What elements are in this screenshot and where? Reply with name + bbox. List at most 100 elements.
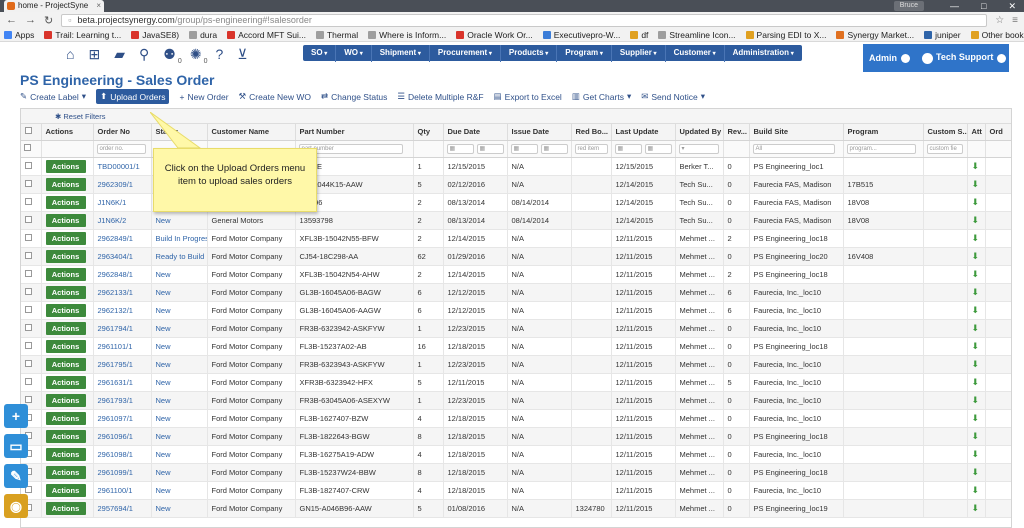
row-actions-button[interactable]: Actions [45,357,86,371]
download-icon[interactable]: ⬇ [972,485,980,495]
download-icon[interactable]: ⬇ [972,341,980,351]
folder-icon[interactable]: ▰ [114,46,125,63]
row-actions-button[interactable]: Actions [45,177,86,191]
download-icon[interactable]: ⬇ [972,215,980,225]
minimize-icon[interactable]: — [950,0,959,12]
row-actions-button[interactable]: Actions [45,213,86,227]
reload-icon[interactable]: ↻ [44,14,53,27]
download-icon[interactable]: ⬇ [972,449,980,459]
order-no-link[interactable]: 2962132/1 [98,306,133,315]
order-no-link[interactable]: 2957694/1 [98,504,133,513]
ops-icon[interactable]: ⚲ [139,46,149,63]
download-icon[interactable]: ⬇ [972,287,980,297]
filter-update-from[interactable]: ▦ [614,143,642,154]
bookmark-item[interactable]: dura [189,30,217,40]
column-header[interactable]: Ord [985,124,1011,141]
create-label-button[interactable]: ✎ Create Label ▾ [20,91,86,102]
browser-user-badge[interactable]: Bruce [893,1,924,11]
delete-multiple-r-f-button[interactable]: ☰ Delete Multiple R&F [397,91,483,102]
back-icon[interactable]: ← [6,14,17,26]
row-actions-button[interactable]: Actions [45,321,86,335]
bookmark-item[interactable]: JavaSE8) [131,30,179,40]
row-actions-button[interactable]: Actions [45,303,86,317]
column-header[interactable]: Last Update [611,124,676,141]
table-row[interactable]: Actions J1N6K/2 New General Motors 13593798 2… [21,211,1011,230]
order-no-link[interactable]: J1N6K/2 [98,216,127,225]
table-row[interactable]: Actions 2962849/1 Build In Progres Ford Mot… [21,229,1011,248]
send-notice-button[interactable]: ✉ Send Notice ▾ [641,91,705,102]
table-row[interactable]: Actions 2961793/1 New Ford Motor Company FR3… [21,391,1011,410]
select-all-checkbox[interactable] [24,144,31,151]
url-input[interactable]: ▫ beta.projectsynergy.com/group/ps-engin… [61,13,988,27]
table-row[interactable]: Actions 2961098/1 New Ford Motor Company FL3… [21,445,1011,464]
row-actions-button[interactable]: Actions [45,411,86,425]
download-icon[interactable]: ⬇ [972,431,980,441]
row-actions-button[interactable]: Actions [45,447,86,461]
tab-close-icon[interactable]: × [96,0,101,12]
export-to-excel-button[interactable]: ▤ Export to Excel [494,91,562,102]
users-icon[interactable]: ⚉ 0 [163,46,182,65]
home-icon[interactable]: ⌂ [66,46,74,62]
download-icon[interactable]: ⬇ [972,323,980,333]
bookmark-item[interactable]: df [630,30,648,40]
order-no-link[interactable]: 2961096/1 [98,432,133,441]
reset-filters-link[interactable]: ✱ Reset Filters [55,112,105,121]
filter-program[interactable]: program... [846,143,917,154]
bookmark-item[interactable]: Where is Inform... [368,30,446,40]
row-checkbox[interactable] [25,197,32,205]
column-header[interactable]: Issue Date [507,124,572,141]
bookmark-item[interactable]: Thermal [315,30,358,40]
order-no-link[interactable]: J1N6K/1 [98,198,127,207]
globe-icon[interactable]: ✺ 0 [190,46,208,65]
close-window-icon[interactable]: ✕ [1008,0,1016,12]
star-icon[interactable]: ☆ [995,15,1004,26]
bookmark-item[interactable]: Parsing EDI to X... [745,30,826,40]
column-header[interactable]: Updated By [675,124,724,141]
column-header[interactable]: Rev... [723,124,750,141]
tech-support-menu[interactable]: Tech Support [922,52,1007,64]
row-actions-button[interactable]: Actions [45,285,86,299]
order-no-link[interactable]: 2961793/1 [98,396,133,405]
bookmark-item[interactable]: Apps [4,30,34,40]
filter-issue-from[interactable]: ▦ [510,143,538,154]
row-actions-button[interactable]: Actions [45,159,86,173]
download-icon[interactable]: ⬇ [972,503,980,513]
order-no-link[interactable]: 2961794/1 [98,324,133,333]
row-checkbox[interactable] [25,395,32,403]
download-icon[interactable]: ⬇ [972,179,980,189]
row-checkbox[interactable] [25,323,32,331]
order-no-link[interactable]: 2961097/1 [98,414,133,423]
download-icon[interactable]: ⬇ [972,161,980,171]
order-no-link[interactable]: 2961795/1 [98,360,133,369]
browser-tab[interactable]: home - ProjectSyne × [4,0,104,12]
row-checkbox[interactable] [25,233,32,241]
column-header[interactable]: Actions [41,124,94,141]
order-no-link[interactable]: 2961098/1 [98,450,133,459]
row-checkbox[interactable] [25,287,32,295]
help-icon[interactable]: ? [216,46,224,62]
table-row[interactable]: Actions 2963404/1 Ready to Build Ford Motor… [21,247,1011,266]
download-icon[interactable]: ⬇ [972,395,980,405]
menu-so[interactable]: SO ▾ [303,44,337,62]
download-icon[interactable]: ⬇ [972,251,980,261]
row-checkbox[interactable] [25,161,32,169]
bookmark-item[interactable]: Executivepro-W... [542,30,620,40]
menu-supplier[interactable]: Supplier ▾ [612,44,666,62]
menu-shipment[interactable]: Shipment ▾ [372,44,430,62]
row-checkbox[interactable] [25,269,32,277]
order-no-link[interactable]: 2962848/1 [98,270,133,279]
row-checkbox[interactable] [25,359,32,367]
column-header[interactable]: Due Date [443,124,508,141]
table-row[interactable]: Actions 2961100/1 New Ford Motor Company FL3… [21,481,1011,500]
table-row[interactable]: Actions 2962848/1 New Ford Motor Company XFL… [21,265,1011,284]
maximize-icon[interactable]: □ [981,0,986,12]
row-actions-button[interactable]: Actions [45,501,86,515]
order-no-link[interactable]: TBD00001/1 [98,162,140,171]
edit-icon[interactable]: ✎ [4,464,28,488]
bookmark-item[interactable]: juniper [924,30,961,40]
filter-issue-to[interactable]: ▦ [540,143,568,154]
upload-orders-button[interactable]: ⬆ Upload Orders [96,89,170,104]
row-checkbox[interactable] [25,215,32,223]
order-no-link[interactable]: 2961099/1 [98,468,133,477]
get-charts-button[interactable]: ▥ Get Charts ▾ [572,91,631,102]
